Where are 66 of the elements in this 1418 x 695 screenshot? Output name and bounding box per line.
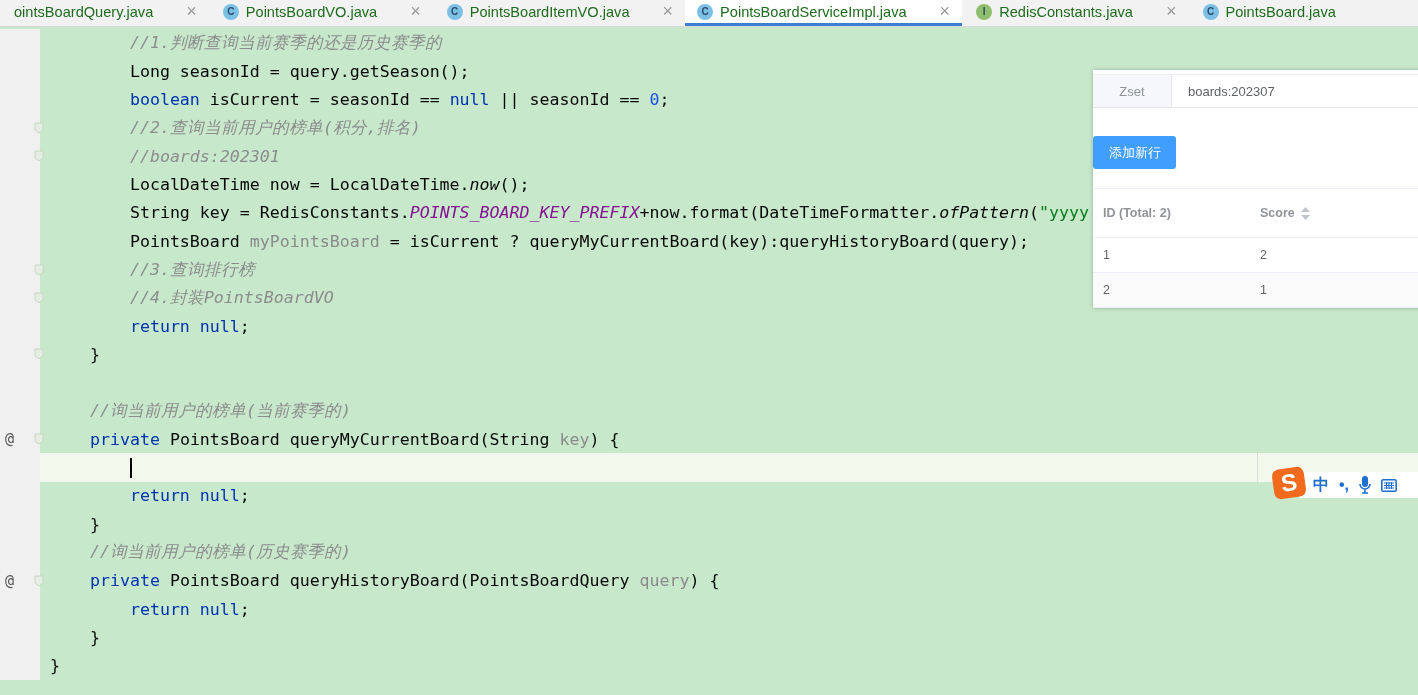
close-icon[interactable]: × [186,1,197,22]
keyboard-icon[interactable] [1381,478,1398,492]
override-marker[interactable]: @ [0,571,15,590]
microphone-icon[interactable] [1359,476,1372,494]
editor-tab[interactable]: C PointsBoardServiceImpl.java × [685,0,963,26]
code-comment: //询当前用户的榜单(当前赛季的) [88,400,351,422]
editor-tab[interactable]: ointsBoardQuery.java × [0,0,209,26]
code-line: } [88,514,100,534]
tab-label: PointsBoardVO.java [245,3,378,20]
code-comment: //2.查询当前用户的榜单(积分,排名) [128,117,421,140]
editor-tab[interactable]: C PointsBoard.java [1188,0,1348,26]
tab-label: PointsBoard.java [1225,3,1336,20]
code-comment: //3.查询排行榜 [128,258,255,281]
fold-icon[interactable] [34,433,44,446]
code-comment: //1.判断查询当前赛季的还是历史赛季的 [128,32,442,55]
fold-icon[interactable] [34,122,44,135]
table-cell-text: 1 [1102,247,1111,264]
class-icon: C [1202,3,1219,20]
code-line: } [50,656,60,676]
table-cell-text: 1 [1259,282,1268,299]
close-icon[interactable]: × [939,1,951,22]
tab-label: ointsBoardQuery.java [14,3,154,20]
table-cell-text: 2 [1102,282,1111,299]
editor-tab[interactable]: C PointsBoardVO.java × [208,0,433,26]
interface-icon: I [976,3,993,20]
table-cell-text: 2 [1259,247,1268,264]
column-header[interactable]: Score [1250,189,1418,237]
editor-tab[interactable]: I RedisConstants.java × [962,0,1189,26]
fold-icon[interactable] [34,291,44,304]
code-line: private PointsBoard queryHistoryBoard(PointsBoardQuery query) { [88,571,720,591]
code-comment: //boards:202301 [128,146,280,166]
tab-label: PointsBoardServiceImpl.java [720,3,907,20]
close-icon[interactable]: × [662,1,674,22]
code-comment: //4.封装PointsBoardVO [128,286,334,309]
input-mode-toggle[interactable]: 中 [1313,474,1329,496]
key-type-label: Zset [1093,75,1172,107]
code-comment: //询当前用户的榜单(历史赛季的) [88,541,351,564]
code-line: boolean isCurrent = seasonId == null || seasonId == 0; [128,90,670,110]
column-header[interactable]: ID (Total: 2) [1093,189,1250,237]
code-line: String key = RedisConstants.POINTS_BOARD_KEY_PREFIX+now.format(DateTimeFormatter.ofPattern("yyyy [128,203,1090,223]
class-icon: C [222,3,239,20]
tab-label: RedisConstants.java [999,3,1133,20]
tab-label: PointsBoardItemVO.java [469,3,630,20]
add-row-button[interactable]: 添加新行 [1093,136,1176,169]
punctuation-toggle[interactable]: •, [1339,476,1350,494]
code-line: } [88,344,100,364]
code-line: PointsBoard myPointsBoard = isCurrent ? queryMyCurrentBoard(key):queryHistoryBoard(query); [128,231,1030,251]
code-line: Long seasonId = query.getSeason(); [128,61,470,81]
close-icon[interactable]: × [1166,1,1177,22]
code-line: LocalDateTime now = LocalDateTime.now(); [128,175,530,195]
key-name: boards:202307 [1187,82,1275,101]
code-line: private PointsBoard queryMyCurrentBoard(String key) { [88,429,620,449]
fold-icon[interactable] [34,263,44,276]
fold-icon[interactable] [34,574,44,587]
fold-icon[interactable] [34,348,44,361]
code-line: } [88,627,100,647]
code-line: return null; [128,599,250,619]
code-line: return null; [128,316,250,336]
class-icon: C [446,3,463,20]
class-icon: C [697,3,714,20]
close-icon[interactable]: × [410,1,421,22]
override-marker[interactable]: @ [0,430,15,449]
sort-icon[interactable] [1300,206,1310,220]
code-line: return null; [128,486,250,506]
editor-tab[interactable]: C PointsBoardItemVO.java × [432,0,686,26]
fold-icon[interactable] [34,150,44,163]
